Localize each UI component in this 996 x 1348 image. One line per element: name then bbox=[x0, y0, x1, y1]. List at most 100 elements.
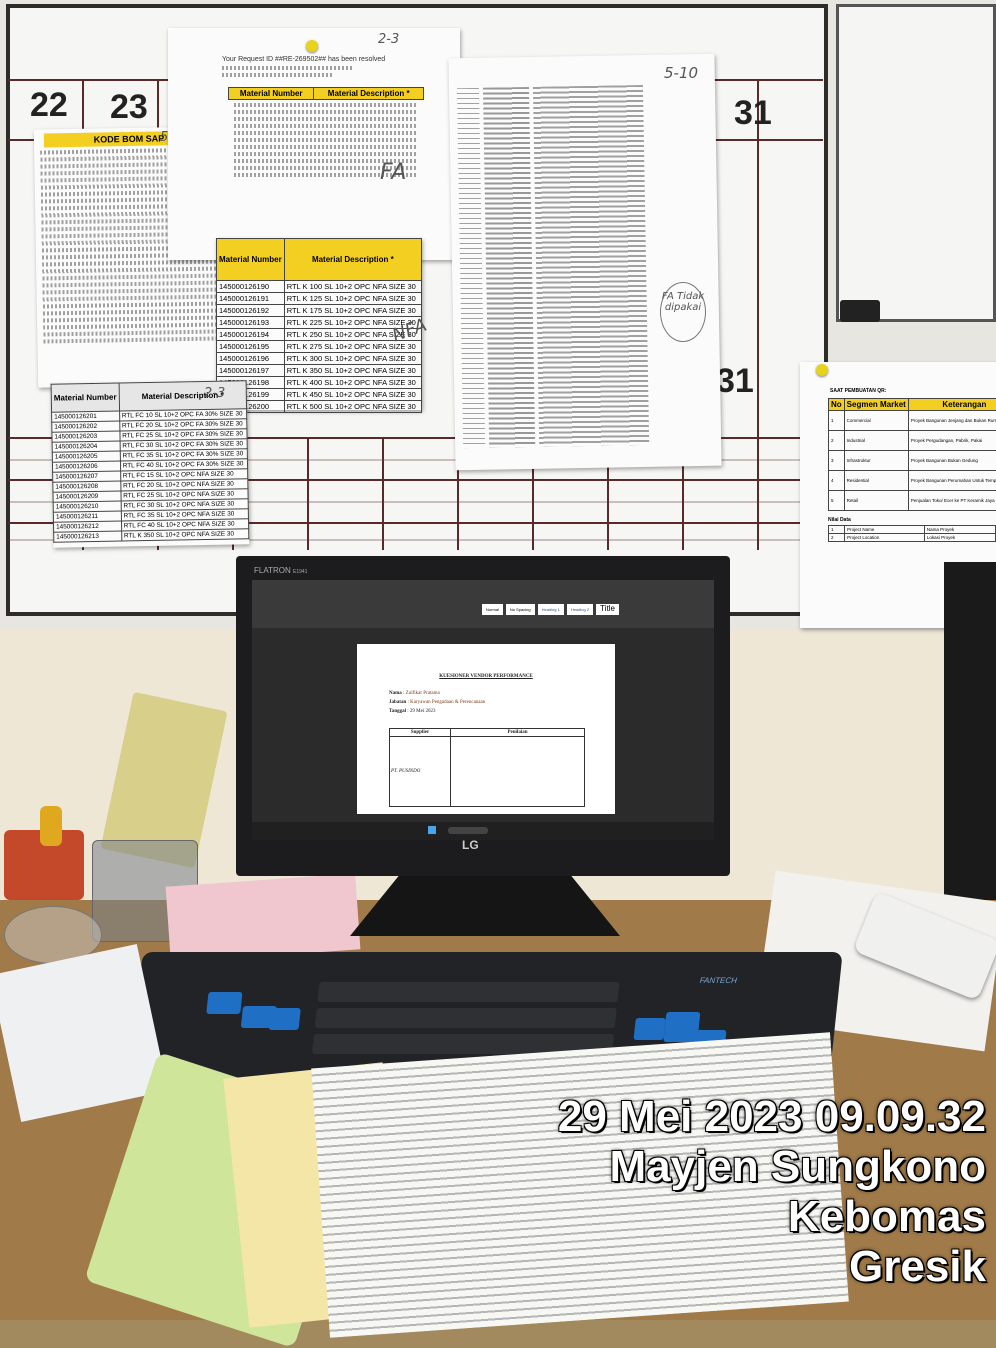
doc-jabatan-label: Jabatan bbox=[389, 700, 406, 705]
table-row: 2IndustrialProyek Pergudangan, Pabrik, P… bbox=[829, 431, 996, 451]
request-title: Your Request ID ##RE-269502## has been r… bbox=[222, 56, 460, 63]
table-cell: Infrastruktur bbox=[844, 451, 908, 471]
table-row: 145000126200RTL K 500 SL 10+2 OPC NFA SI… bbox=[217, 401, 422, 413]
table-row: 145000126190RTL K 100 SL 10+2 OPC NFA SI… bbox=[217, 281, 422, 293]
keyboard-brand: FANTECH bbox=[699, 976, 737, 985]
table-cell: RTL K 500 SL 10+2 OPC NFA SIZE 30 bbox=[284, 401, 421, 413]
keyboard-key[interactable] bbox=[206, 992, 242, 1014]
table-cell: RTL K 175 SL 10+2 OPC NFA SIZE 30 bbox=[284, 305, 421, 317]
table-cell: 145000126213 bbox=[54, 531, 122, 542]
board-number-23: 23 bbox=[110, 88, 148, 127]
table-row: 145000126191RTL K 125 SL 10+2 OPC NFA SI… bbox=[217, 293, 422, 305]
keyboard-key-row[interactable] bbox=[315, 1008, 617, 1028]
push-pin bbox=[816, 364, 828, 376]
keyboard-key-row[interactable] bbox=[317, 982, 619, 1002]
stamp-street: Mayjen Sungkono bbox=[558, 1142, 986, 1192]
table-cell: 1 bbox=[829, 526, 845, 534]
keyboard-key[interactable] bbox=[269, 1008, 301, 1030]
style-heading-1[interactable]: Heading 1 bbox=[538, 604, 564, 615]
table-cell: Proyek Bangunan Perumahan Untuk Tempat T… bbox=[908, 471, 996, 491]
style-title[interactable]: Title bbox=[596, 604, 619, 615]
table-cell: 145000126193 bbox=[217, 317, 285, 329]
table-cell: RTL K 450 SL 10+2 OPC NFA SIZE 30 bbox=[284, 389, 421, 401]
request-sheet: Your Request ID ##RE-269502## has been r… bbox=[168, 28, 460, 260]
table-row: 145000126197RTL K 350 SL 10+2 OPC NFA SI… bbox=[217, 365, 422, 377]
table-cell: 145000126191 bbox=[217, 293, 285, 305]
monitor-brand-text: FLATRON bbox=[254, 566, 291, 575]
table-cell: Proyek Bangunan Jenjang dan Bukan Rumah … bbox=[908, 411, 996, 431]
doc-nama-label: Nama bbox=[389, 691, 402, 696]
table-row: 1Project NameNama Proyek bbox=[829, 526, 996, 534]
handwritten-2-3-lower: 2-3 bbox=[204, 386, 225, 401]
doc-table: SupplierPenilaian PT. PUSINDO bbox=[389, 728, 585, 807]
table-cell: RTL K 350 SL 10+2 OPC NFA SIZE 30 bbox=[284, 365, 421, 377]
table-cell: 145000126196 bbox=[217, 353, 285, 365]
push-pin bbox=[306, 40, 318, 52]
style-no-spacing[interactable]: No Spacing bbox=[506, 604, 535, 615]
table-cell: Proyek Pergudangan, Pabrik, Pakai bbox=[908, 431, 996, 451]
table-row: 145000126196RTL K 300 SL 10+2 OPC NFA SI… bbox=[217, 353, 422, 365]
table-cell: 145000126197 bbox=[217, 365, 285, 377]
material-list-sheet bbox=[448, 54, 721, 471]
table-cell: 5 bbox=[829, 491, 845, 511]
monitor-brand: FLATRON E1941 bbox=[254, 566, 307, 575]
table-row: 145000126192RTL K 175 SL 10+2 OPC NFA SI… bbox=[217, 305, 422, 317]
table-row: 3InfrastrukturProyek Bangunan Bukan Gedu… bbox=[829, 451, 996, 471]
word-document-page: KUESIONER VENDOR PERFORMANCE Nama : Zulf… bbox=[357, 644, 615, 814]
request-col-material: Material Number bbox=[229, 88, 314, 100]
table-cell: RTL K 100 SL 10+2 OPC NFA SIZE 30 bbox=[284, 281, 421, 293]
windows-taskbar bbox=[252, 822, 714, 840]
table-row: 5RetailPenjualan Toko/ Ecer ke PT Kerami… bbox=[829, 491, 996, 511]
doc-penilaian-cell bbox=[451, 737, 585, 807]
table-cell: 1 bbox=[829, 411, 845, 431]
table-cell: Project Name bbox=[845, 526, 925, 534]
photo-timestamp: 29 Mei 2023 09.09.32 Mayjen Sungkono Keb… bbox=[558, 1092, 986, 1292]
table-row: 4ResidentialProyek Bangunan Perumahan Un… bbox=[829, 471, 996, 491]
stamp-datetime: 29 Mei 2023 09.09.32 bbox=[558, 1092, 986, 1142]
board-number-31-lower: 31 bbox=[716, 362, 754, 401]
doc-tanggal-label: Tanggal bbox=[389, 709, 406, 714]
start-icon[interactable] bbox=[428, 826, 436, 834]
stamp-city: Gresik bbox=[558, 1242, 986, 1292]
table-cell: 2 bbox=[829, 534, 845, 542]
table-row: 2Project LocationLokasi Proyek bbox=[829, 534, 996, 542]
rtl-fc-table: Material NumberMaterial Description * 14… bbox=[51, 380, 250, 542]
table-cell: 3 bbox=[829, 451, 845, 471]
table-row: 145000126213RTL K 350 SL 10+2 OPC NFA SI… bbox=[54, 529, 249, 542]
table-cell: RTL K 350 SL 10+2 OPC NFA SIZE 30 bbox=[121, 529, 248, 541]
taskbar-search[interactable] bbox=[448, 827, 488, 834]
handwritten-5-10: 5-10 bbox=[664, 64, 698, 82]
handwritten-2-3: 2-3 bbox=[378, 32, 399, 47]
table-row: 145000126198RTL K 400 SL 10+2 OPC NFA SI… bbox=[217, 377, 422, 389]
keyboard-key[interactable] bbox=[633, 1018, 665, 1040]
monitor-model: E1941 bbox=[293, 569, 307, 575]
table-cell: Residential bbox=[844, 471, 908, 491]
doc-tanggal: : 29 Mei 2023 bbox=[407, 709, 435, 714]
table-cell: 145000126195 bbox=[217, 341, 285, 353]
doc-supplier: PT. PUSINDO bbox=[390, 737, 451, 807]
monitor-screen: Normal No Spacing Heading 1 Heading 2 Ti… bbox=[252, 580, 714, 840]
segment-sub-table: 1Project NameNama Proyek 2Project Locati… bbox=[828, 525, 996, 542]
second-monitor-edge bbox=[944, 562, 996, 922]
rtl-col-desc: Material Description * bbox=[284, 239, 421, 281]
segment-subtitle: Nilai Data bbox=[828, 517, 996, 523]
style-heading-2[interactable]: Heading 2 bbox=[567, 604, 593, 615]
table-cell: Nama Proyek bbox=[924, 526, 995, 534]
handwritten-fa-tidak: FA Tidak dipakai bbox=[660, 282, 706, 342]
table-cell: 145000126190 bbox=[217, 281, 285, 293]
table-cell: RTL K 400 SL 10+2 OPC NFA SIZE 30 bbox=[284, 377, 421, 389]
table-row: 145000126199RTL K 450 SL 10+2 OPC NFA SI… bbox=[217, 389, 422, 401]
table-row: 145000126195RTL K 275 SL 10+2 OPC NFA SI… bbox=[217, 341, 422, 353]
table-row: 1CommercialProyek Bangunan Jenjang dan B… bbox=[829, 411, 996, 431]
table-cell: RTL K 300 SL 10+2 OPC NFA SIZE 30 bbox=[284, 353, 421, 365]
table-cell: 2 bbox=[829, 431, 845, 451]
doc-nama: : Zulfikar Pratama bbox=[403, 691, 440, 696]
handwritten-fa: FA bbox=[380, 160, 406, 185]
board-number-22: 22 bbox=[30, 86, 68, 125]
style-normal[interactable]: Normal bbox=[482, 604, 503, 615]
table-cell: Commercial bbox=[844, 411, 908, 431]
table-cell: RTL K 125 SL 10+2 OPC NFA SIZE 30 bbox=[284, 293, 421, 305]
word-ribbon: Normal No Spacing Heading 1 Heading 2 Ti… bbox=[252, 580, 714, 628]
table-cell: Project Location bbox=[845, 534, 925, 542]
table-cell: Retail bbox=[844, 491, 908, 511]
